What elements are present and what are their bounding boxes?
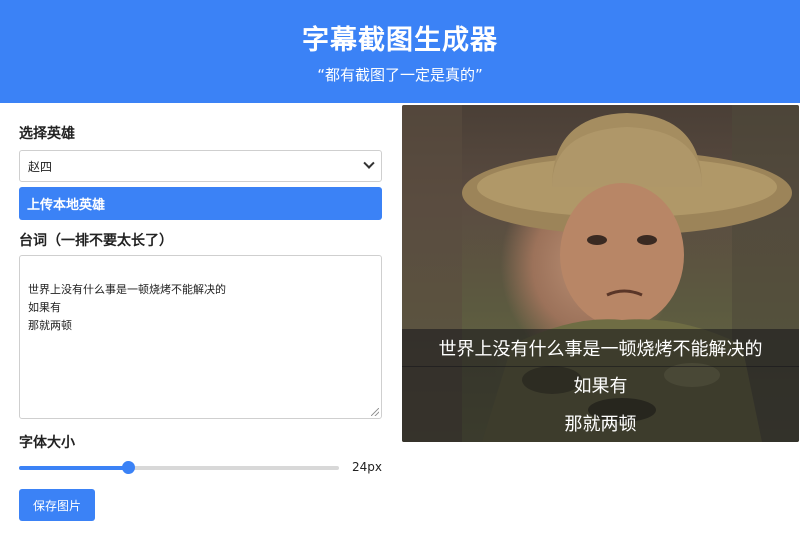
chevron-down-icon bbox=[363, 157, 375, 169]
font-size-value: 24px bbox=[352, 460, 382, 474]
hero-select-value: 赵四 bbox=[28, 159, 53, 174]
hero-label: 选择英雄 bbox=[19, 126, 75, 142]
subtitle-line-2: 如果有 bbox=[402, 366, 799, 404]
resize-handle-icon[interactable] bbox=[371, 408, 379, 416]
hero-select[interactable]: 赵四 bbox=[19, 150, 382, 182]
preview-image: 世界上没有什么事是一顿烧烤不能解决的 如果有 那就两顿 bbox=[402, 105, 799, 442]
slider-thumb[interactable] bbox=[121, 461, 135, 474]
app-header: 字幕截图生成器 “都有截图了一定是真的” bbox=[0, 0, 800, 103]
lines-label: 台词（一排不要太长了） bbox=[19, 233, 173, 249]
upload-hero-button[interactable]: 上传本地英雄 bbox=[19, 187, 382, 220]
subtitle-line-3: 那就两顿 bbox=[402, 404, 799, 442]
save-image-button[interactable]: 保存图片 bbox=[19, 489, 95, 521]
lines-textarea[interactable]: 世界上没有什么事是一顿烧烤不能解决的 如果有 那就两顿 bbox=[19, 255, 382, 419]
font-size-slider[interactable] bbox=[19, 460, 339, 476]
subtitle-line-1: 世界上没有什么事是一顿烧烤不能解决的 bbox=[402, 329, 799, 367]
slider-fill bbox=[19, 466, 128, 470]
lines-textarea-value: 世界上没有什么事是一顿烧烤不能解决的 如果有 那就两顿 bbox=[28, 283, 226, 332]
font-size-label: 字体大小 bbox=[19, 435, 75, 451]
page-title: 字幕截图生成器 bbox=[302, 25, 498, 56]
page-subtitle: “都有截图了一定是真的” bbox=[317, 66, 483, 84]
